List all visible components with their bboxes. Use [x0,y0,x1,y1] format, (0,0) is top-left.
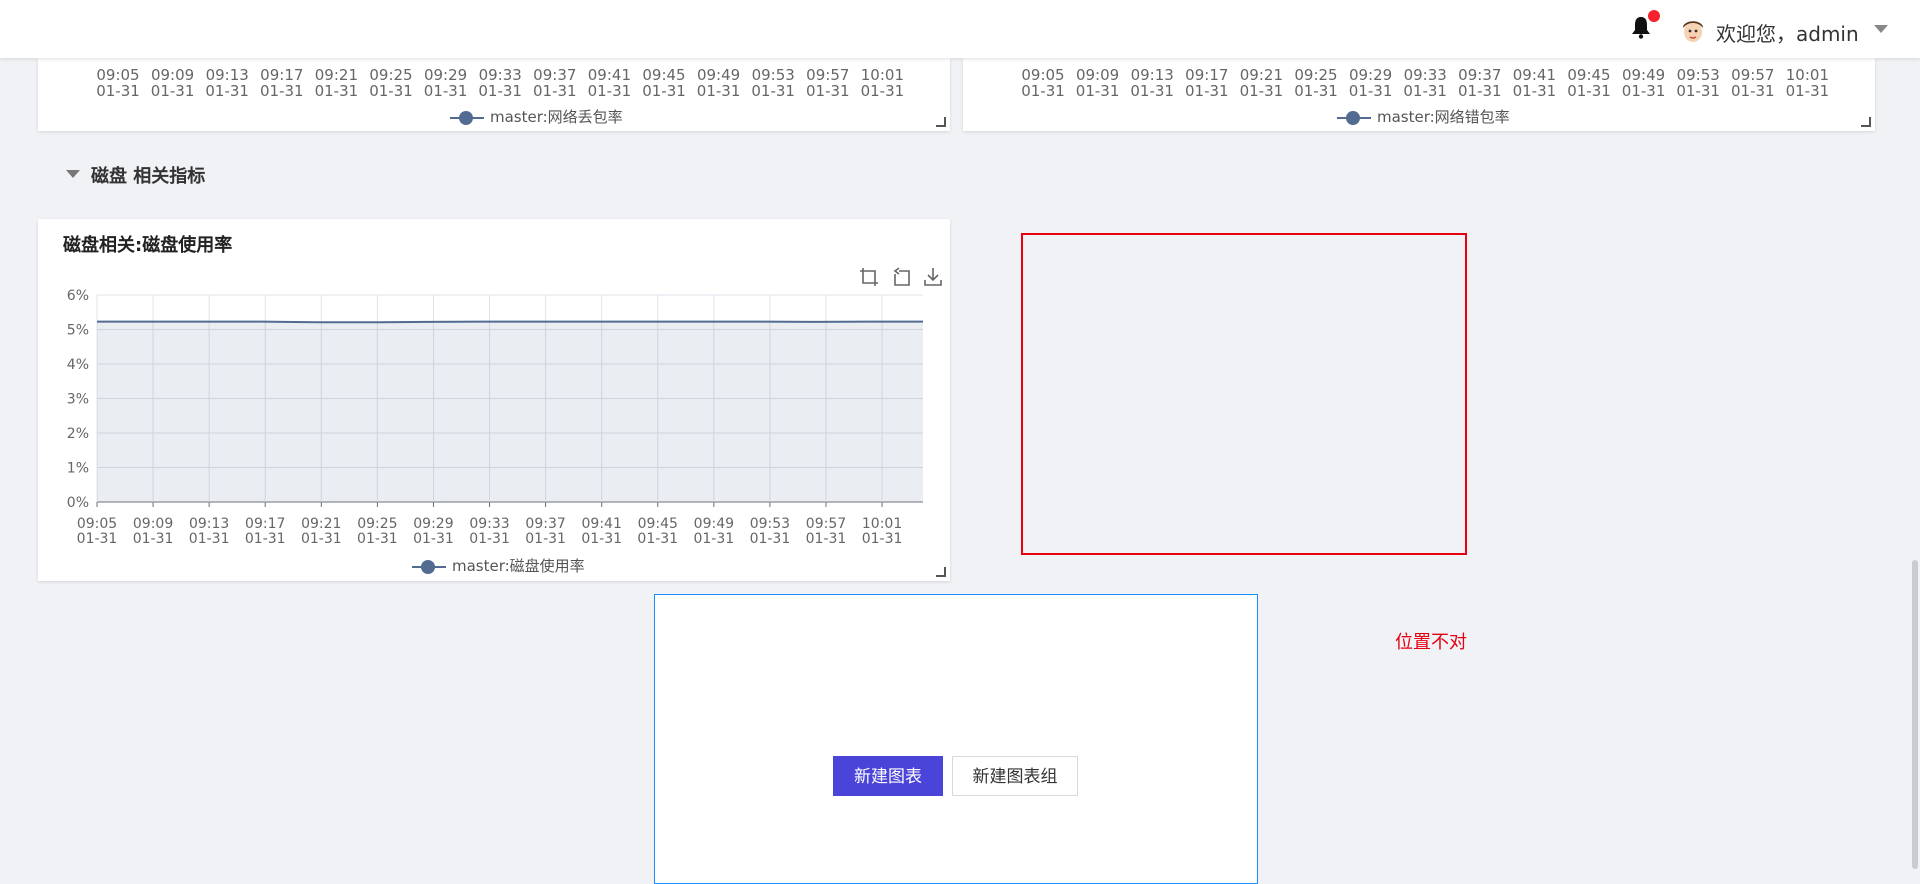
x-tick-label: 01-31 [77,531,118,547]
x-tick-label: 09:37 [525,516,565,532]
x-tick-label: 01-31 [862,531,903,547]
x-tick-label: 09:33 01-31 [1403,66,1447,100]
x-tick-label: 09:29 01-31 [423,66,468,100]
legend-label: master:网络错包率 [1377,108,1510,126]
legend-marker-icon [1337,110,1371,125]
x-tick-label: 01-31 [581,531,622,547]
notification-dot [1648,10,1660,22]
x-tick-label: 09:49 01-31 [696,66,741,100]
x-tick-label: 09:33 01-31 [478,66,522,100]
x-tick-label: 09:21 01-31 [314,66,359,100]
chart-legend[interactable]: master:网络丢包率 [450,106,623,127]
new-chart-group-button[interactable]: 新建图表组 [952,756,1078,796]
x-tick-label: 09:29 [413,516,453,532]
x-tick-label: 01-31 [525,531,566,547]
x-tick-label: 01-31 [245,531,286,547]
scrollbar-thumb[interactable] [1912,560,1918,869]
x-tick-label: 09:49 01-31 [1621,66,1666,100]
y-tick-label: 3% [67,392,89,408]
x-tick-label: 10:01 01-31 [1785,66,1830,100]
section-title[interactable]: 磁盘 相关指标 [91,162,205,188]
x-tick-label: 09:53 01-31 [1676,66,1720,100]
x-tick-label: 09:21 01-31 [1239,66,1284,100]
x-tick-label: 09:21 [301,516,341,532]
x-tick-label: 01-31 [750,531,791,547]
y-tick-label: 1% [67,461,89,477]
legend-marker-icon [450,110,484,125]
x-tick-label: 09:41 [582,516,622,532]
new-chart-panel: 新建图表 新建图表组 [654,594,1258,884]
x-tick-label: 01-31 [693,531,734,547]
x-tick-label: 01-31 [357,531,398,547]
x-tick-label: 09:49 [694,516,734,532]
x-tick-label: 09:13 01-31 [1130,66,1174,100]
x-tick-label: 09:29 01-31 [1348,66,1393,100]
x-tick-label: 09:25 01-31 [369,66,413,100]
chart-legend[interactable]: master:磁盘使用率 [412,555,585,576]
x-tick-label: 09:25 [357,516,397,532]
x-tick-label: 09:45 01-31 [642,66,686,100]
x-tick-label: 01-31 [413,531,454,547]
chart-card-packet-loss: 09:05 01-31 09:09 01-31 09:13 01-31 09:17 0… [38,58,950,131]
x-tick-label: 09:17 01-31 [260,66,304,100]
x-tick-label: 10:01 01-31 [860,66,905,100]
x-tick-label: 01-31 [133,531,174,547]
welcome-text[interactable]: 欢迎您，admin [1716,18,1859,47]
collapse-arrow-icon[interactable] [66,170,80,178]
top-header: 欢迎您，admin [0,0,1920,58]
series-area [97,321,923,502]
series-line [97,320,923,324]
y-tick-label: 0% [67,495,89,511]
x-tick-label: 09:41 01-31 [587,66,632,100]
x-tick-label: 01-31 [189,531,230,547]
y-tick-label: 4% [67,357,89,373]
x-tick-label: 09:53 [750,516,790,532]
x-tick-label: 09:09 01-31 [150,66,195,100]
annotation-box [1021,233,1467,555]
resize-handle[interactable] [936,567,946,577]
chart-card-packet-error: 09:05 01-31 09:09 01-31 09:13 01-31 09:17 0… [963,58,1875,131]
x-tick-label: 09:33 [469,516,509,532]
x-tick-label: 09:05 [77,516,117,532]
x-tick-label: 01-31 [806,531,847,547]
x-tick-label: 09:57 [806,516,846,532]
x-tick-label: 10:01 [862,516,902,532]
x-tick-label: 09:37 01-31 [533,66,577,100]
chart-legend[interactable]: master:网络错包率 [1337,106,1510,127]
y-tick-label: 2% [67,426,89,442]
x-tick-label: 09:05 01-31 [96,66,140,100]
x-tick-label: 09:53 01-31 [751,66,795,100]
disk-usage-chart: 0%1%2%3%4%5%6%09:0501-3109:0901-3109:130… [67,288,923,547]
avatar[interactable] [1679,16,1707,44]
x-tick-label: 09:57 01-31 [806,66,850,100]
x-tick-label: 09:13 01-31 [205,66,249,100]
x-tick-label: 09:09 [133,516,173,532]
resize-handle[interactable] [936,117,946,127]
x-tick-label: 09:09 01-31 [1075,66,1120,100]
x-tick-label: 01-31 [301,531,342,547]
y-tick-label: 6% [67,288,89,304]
annotation-text: 位置不对 [1395,632,1467,653]
x-tick-label: 09:05 01-31 [1021,66,1065,100]
resize-handle[interactable] [1861,117,1871,127]
legend-label: master:网络丢包率 [490,108,623,126]
x-tick-label: 09:41 01-31 [1512,66,1557,100]
legend-label: master:磁盘使用率 [452,557,585,575]
x-tick-label: 09:45 [638,516,678,532]
x-tick-label: 09:37 01-31 [1458,66,1502,100]
x-tick-label: 09:45 01-31 [1567,66,1611,100]
x-tick-label: 09:13 [189,516,229,532]
new-chart-button[interactable]: 新建图表 [833,756,943,796]
y-tick-label: 5% [67,323,89,339]
x-tick-label: 09:57 01-31 [1731,66,1775,100]
x-tick-label: 01-31 [637,531,678,547]
x-tick-label: 01-31 [469,531,510,547]
x-tick-label: 09:25 01-31 [1294,66,1338,100]
legend-marker-icon [412,559,446,574]
x-tick-label: 09:17 01-31 [1185,66,1229,100]
chart-card-disk-usage: 磁盘相关:磁盘使用率 0% 1% 2% 3% 4% 5% 6% 09:05 01-31 09:09… [38,219,950,581]
x-tick-label: 09:17 [245,516,285,532]
chevron-down-icon[interactable] [1874,25,1888,33]
